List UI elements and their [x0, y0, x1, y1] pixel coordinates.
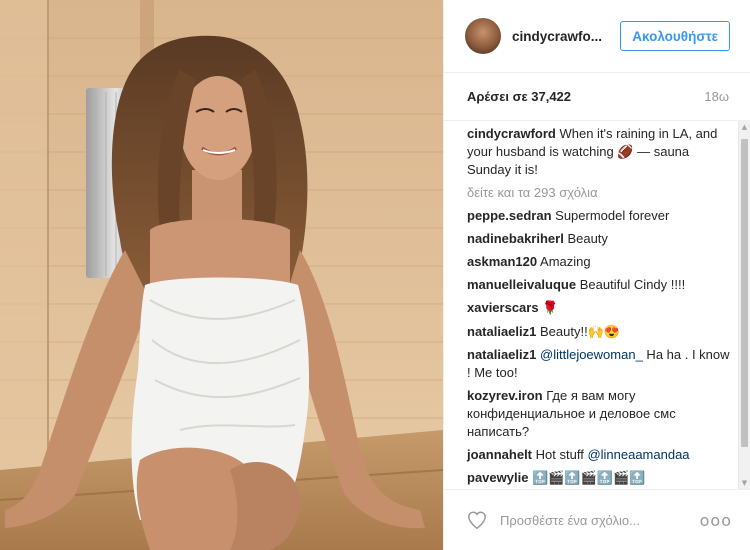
username-link[interactable]: cindycrawfo... — [512, 29, 620, 44]
comment-text: Hot stuff — [535, 447, 588, 462]
comment-item: peppe.sedran Supermodel forever — [467, 207, 736, 225]
comment-text: Beautiful Cindy !!!! — [579, 277, 686, 292]
comment-text: 🌹 — [542, 301, 559, 316]
instagram-post: cindycrawfo... Ακολουθήστε Αρέσει σε 37,… — [0, 0, 750, 550]
likes-count[interactable]: Αρέσει σε 37,422 — [467, 89, 571, 104]
post-photo[interactable] — [0, 0, 443, 550]
comment-item: joannahelt Hot stuff @linneaamandaa — [467, 446, 736, 464]
follow-button[interactable]: Ακολουθήστε — [620, 21, 730, 51]
comment-item: manuelleivaluque Beautiful Cindy !!!! — [467, 276, 736, 294]
scroll-up-arrow-icon[interactable]: ▲ — [739, 121, 750, 133]
comments-scrollbar[interactable]: ▲ ▼ — [738, 121, 750, 489]
comment-username[interactable]: peppe.sedran — [467, 208, 552, 223]
caption-username[interactable]: cindycrawford — [467, 126, 556, 141]
comment-text: Amazing — [540, 254, 591, 269]
photo-illustration — [0, 0, 443, 550]
comment-mention[interactable]: @littlejoewoman_ — [540, 347, 643, 362]
comment-username[interactable]: askman120 — [467, 254, 537, 269]
comment-item: pavewylie 🔝🎬🔝🎬🔝🎬🔝 — [467, 469, 736, 488]
comment-username[interactable]: xavierscars — [467, 300, 539, 315]
comment-item: xavierscars 🌹 — [467, 299, 736, 318]
comment-item: askman120 Amazing — [467, 253, 736, 271]
post-header: cindycrawfo... Ακολουθήστε — [444, 0, 750, 73]
comment-item: kozyrev.iron Где я вам могу конфиденциал… — [467, 387, 736, 441]
comment-mention[interactable]: @linneaamandaa — [587, 447, 689, 462]
comment-item: nataliaeliz1 @littlejoewoman_ Ha ha . I … — [467, 346, 736, 382]
caption: cindycrawford When it's raining in LA, a… — [467, 125, 736, 179]
comment-username[interactable]: manuelleivaluque — [467, 277, 576, 292]
comment-text: Beauty — [567, 231, 608, 246]
view-all-comments-link[interactable]: δείτε και τα 293 σχόλια — [467, 184, 736, 202]
comment-text: Beauty!!🙌😍 — [540, 324, 621, 339]
comments-list[interactable]: cindycrawford When it's raining in LA, a… — [444, 121, 750, 489]
comment-username[interactable]: joannahelt — [467, 447, 532, 462]
avatar[interactable] — [465, 18, 501, 54]
comment-username[interactable]: nataliaeliz1 — [467, 324, 536, 339]
post-meta: Αρέσει σε 37,422 18ω — [444, 73, 750, 121]
comment-username[interactable]: nataliaeliz1 — [467, 347, 536, 362]
comment-item: nadinebakriherl Beauty — [467, 230, 736, 248]
comment-username[interactable]: nadinebakriherl — [467, 231, 564, 246]
scroll-thumb[interactable] — [741, 139, 748, 447]
comment-username[interactable]: pavewylie — [467, 470, 528, 485]
post-age[interactable]: 18ω — [704, 89, 729, 104]
comment-text: 🔝🎬🔝🎬🔝🎬🔝 — [532, 471, 646, 486]
post-side-panel: cindycrawfo... Ακολουθήστε Αρέσει σε 37,… — [443, 0, 750, 550]
scroll-down-arrow-icon[interactable]: ▼ — [739, 477, 750, 489]
post-footer: ooo — [444, 489, 750, 550]
more-options-icon[interactable]: ooo — [700, 511, 732, 530]
add-comment-input[interactable] — [499, 512, 700, 528]
comment-text: Supermodel forever — [555, 208, 670, 223]
comment-username[interactable]: kozyrev.iron — [467, 388, 543, 403]
comment-item: nataliaeliz1 Beauty!!🙌😍 — [467, 323, 736, 341]
heart-icon[interactable] — [466, 509, 488, 531]
